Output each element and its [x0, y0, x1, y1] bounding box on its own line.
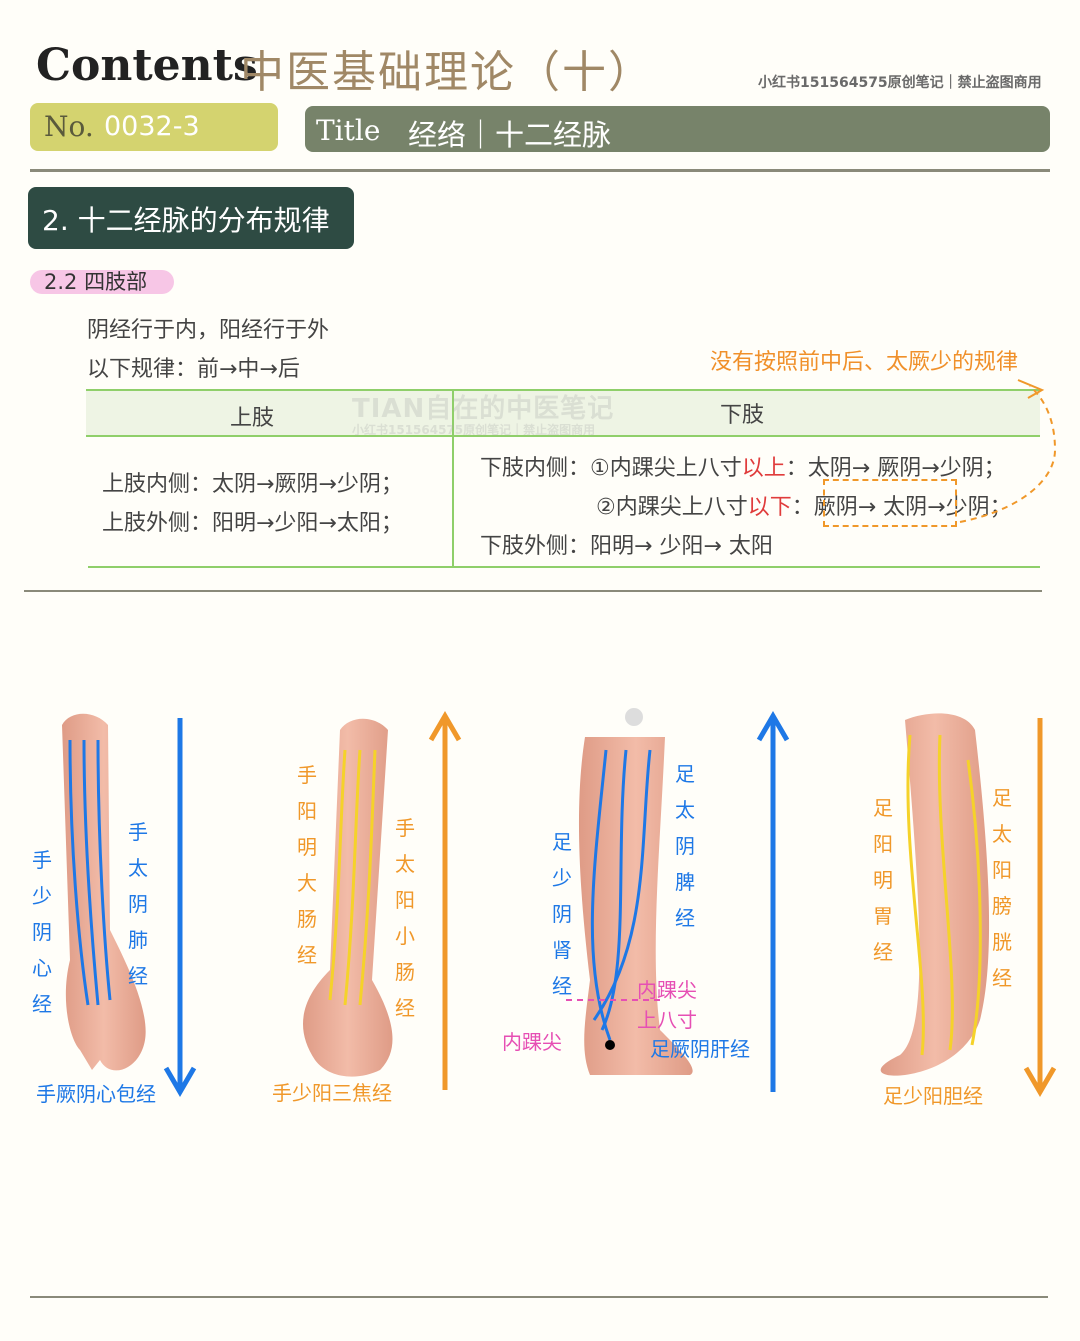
label-arm1-left: 手少阴心经 — [32, 848, 52, 1016]
label-arm2-bottom: 手少阳三焦经 — [272, 1081, 392, 1105]
upper-outer-rule: 上肢外侧：阳明→少阳→太阳； — [102, 511, 403, 536]
table-bottom-border — [88, 566, 1040, 568]
divider — [30, 1296, 1048, 1298]
watermark-text: TIAN自在的中医笔记 — [352, 394, 615, 424]
table-header-upper: 上肢 — [230, 406, 275, 431]
number-label: No. — [44, 110, 94, 143]
title-value: 经络｜十二经脉 — [408, 118, 612, 152]
label-leg1-left: 足少阴肾经 — [552, 830, 572, 998]
table-header-lower: 下肢 — [720, 403, 765, 428]
label-arm2-right: 手太阳小肠经 — [395, 816, 415, 1020]
page-title: 中医基础理论（十） — [240, 47, 654, 98]
credit-text: 小红书151564575原创笔记｜禁止盗图商用 — [758, 75, 1042, 91]
upper-inner-rule: 上肢内侧：太阴→厥阴→少阴； — [102, 472, 403, 497]
contents-heading: Contents — [36, 40, 258, 91]
note-arrow — [959, 379, 1057, 523]
intro-line-1: 阴经行于内，阳经行于外 — [87, 318, 330, 343]
lower-outer-rule: 下肢外侧：阳明→ 少阳→ 太阳 — [480, 534, 773, 559]
label-leg1-ankle: 内踝尖 — [502, 1030, 562, 1054]
lower-inner-rule-1: 下肢内侧：①内踝尖上八寸以上：太阴→ 厥阴→少阴； — [480, 456, 1006, 481]
section-heading: 2. 十二经脉的分布规律 — [28, 187, 354, 249]
label-leg1-right: 足太阴脾经 — [675, 762, 695, 930]
subsection-heading: 2.2 四肢部 — [30, 270, 174, 294]
number-value: 0032-3 — [104, 111, 200, 142]
title-label: Title — [316, 114, 381, 147]
label-leg1-bottom: 足厥阴肝经 — [650, 1037, 750, 1061]
label-leg1-mark2: 上八寸 — [637, 1008, 697, 1032]
intro-line-2: 以下规律：前→中→后 — [87, 357, 300, 382]
label-arm2-left: 手阳明大肠经 — [297, 763, 317, 967]
label-arm1-right: 手太阴肺经 — [128, 820, 148, 988]
highlight-box — [823, 479, 957, 527]
label-leg2-left: 足阳明胃经 — [873, 796, 893, 964]
label-leg1-mark1: 内踝尖 — [637, 978, 697, 1002]
bone-top — [625, 708, 643, 726]
watermark-subtext: 小红书151564575原创笔记｜禁止盗图商用 — [352, 423, 596, 437]
leg-shape — [880, 713, 990, 1076]
label-leg2-right: 足太阳膀胱经 — [992, 786, 1012, 990]
divider — [24, 590, 1042, 592]
divider — [30, 169, 1050, 172]
label-leg2-bottom: 足少阳胆经 — [883, 1084, 983, 1108]
ankle-point — [605, 1040, 615, 1050]
label-arm1-bottom: 手厥阴心包经 — [36, 1082, 156, 1106]
